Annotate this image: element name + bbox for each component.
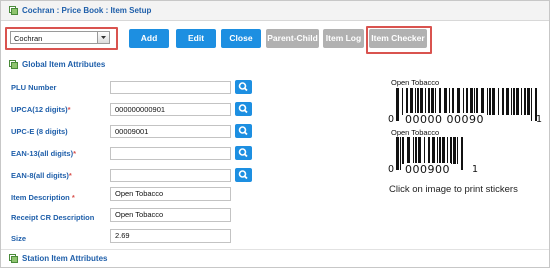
barcode-2-trail-digit: 1 [472,164,479,175]
close-button[interactable]: Close [221,29,261,48]
upce-label: UPC-E (8 digits) [11,127,68,136]
section-divider [1,249,549,250]
upca-search-button[interactable] [235,102,252,116]
store-select[interactable]: Cochran [10,31,110,44]
upca-label: UPCA(12 digits)* [11,105,71,114]
global-section-title: Global Item Attributes [22,60,106,69]
plu-search-button[interactable] [235,80,252,94]
search-icon [238,82,248,92]
upce-input[interactable]: 00009001 [110,125,231,138]
barcode-1-label: Open Tobacco [391,78,440,87]
size-input[interactable]: 2.69 [110,229,231,243]
item-checker-button[interactable]: Item Checker [369,29,427,48]
barcode-2-digits: 000900 [404,163,451,176]
search-icon [238,170,248,180]
search-icon [238,104,248,114]
page-title: Cochran : Price Book : Item Setup [22,6,152,15]
station-section-title: Station Item Attributes [22,254,108,263]
print-stickers-hint: Click on image to print stickers [389,184,518,195]
window-icon [9,6,18,15]
upce-search-button[interactable] [235,124,252,138]
search-icon [238,148,248,158]
barcode-1-trail-digit: 1 [536,114,543,125]
barcode-2-label: Open Tobacco [391,128,440,137]
ean13-label: EAN-13(all digits)* [11,149,77,158]
chevron-down-icon[interactable] [97,32,109,43]
upca-input[interactable]: 000000000901 [110,103,231,116]
ean8-label: EAN-8(all digits)* [11,171,72,180]
parent-child-button[interactable]: Parent-Child [266,29,319,48]
item-description-label: Item Description * [11,193,75,202]
search-icon [238,126,248,136]
ean13-search-button[interactable] [235,146,252,160]
plu-number-input[interactable] [110,81,231,94]
receipt-description-input[interactable]: Open Tobacco [110,208,231,222]
store-select-value: Cochran [14,34,43,43]
window-header: Cochran : Price Book : Item Setup [1,1,549,21]
item-description-input[interactable]: Open Tobacco [110,187,231,201]
section-icon [9,60,18,69]
barcode-1-digits: 00000 00090 [404,113,485,126]
ean13-input[interactable] [110,147,231,160]
barcode-2-lead-digit: 0 [388,164,395,175]
add-button[interactable]: Add [129,29,169,48]
barcode-1-lead-digit: 0 [388,114,395,125]
size-label: Size [11,234,27,243]
ean8-input[interactable] [110,169,231,182]
section-icon [9,254,18,263]
item-log-button[interactable]: Item Log [323,29,364,48]
receipt-description-label: Receipt CR Description [11,213,95,222]
plu-number-label: PLU Number [11,83,57,92]
edit-button[interactable]: Edit [176,29,216,48]
ean8-search-button[interactable] [235,168,252,182]
